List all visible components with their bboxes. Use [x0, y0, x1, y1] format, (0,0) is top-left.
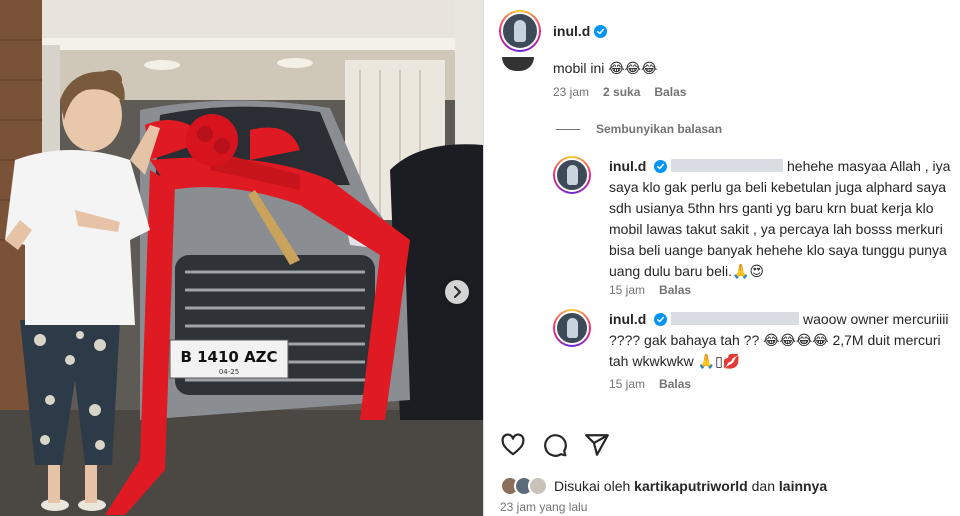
- reply-meta: 15 jam Balas: [609, 377, 691, 391]
- author-username[interactable]: inul.d: [553, 23, 590, 39]
- likes-text: Disukai oleh kartikaputriworld dan lainn…: [554, 478, 827, 494]
- post-panel: inul.d mobil ini 😂😂😂 23 jam 2 suka Balas S…: [483, 0, 960, 516]
- redacted-mention: [671, 159, 784, 172]
- likes-summary: Disukai oleh kartikaputriworld dan lainn…: [500, 474, 827, 498]
- reply-reply-button[interactable]: Balas: [659, 377, 691, 391]
- liker-avatar[interactable]: [528, 476, 548, 496]
- next-photo-button[interactable]: [445, 280, 469, 304]
- reply-time: 15 jam: [609, 283, 646, 297]
- hide-replies-label: Sembunyikan balasan: [596, 122, 723, 136]
- likes-user[interactable]: kartikaputriworld: [634, 478, 748, 494]
- author-avatar[interactable]: [499, 10, 541, 52]
- post-photo: B 1410 AZC 04-25: [0, 0, 483, 516]
- comment-likes[interactable]: 2 suka: [603, 85, 640, 99]
- reply-username[interactable]: inul.d: [609, 158, 646, 174]
- commenter-avatar[interactable]: [502, 57, 534, 71]
- post-timestamp: 23 jam yang lalu: [500, 500, 588, 514]
- reply-body: inul.d waoow owner mercuriiii ???? gak b…: [609, 309, 960, 372]
- reply-username[interactable]: inul.d: [609, 311, 646, 327]
- reply-time: 15 jam: [609, 377, 646, 391]
- reply-avatar[interactable]: [553, 309, 591, 347]
- comment-time: 23 jam: [553, 85, 590, 99]
- comment-icon[interactable]: [542, 432, 568, 458]
- likes-others[interactable]: lainnya: [779, 478, 827, 494]
- comment-text: mobil ini 😂😂😂: [553, 60, 658, 76]
- verified-badge-icon: [594, 24, 608, 38]
- heart-icon[interactable]: [500, 432, 526, 458]
- reply-body: inul.d hehehe masyaa Allah , iya saya kl…: [609, 156, 960, 282]
- license-plate-sub: 04-25: [219, 368, 239, 376]
- divider: [556, 128, 580, 130]
- verified-badge-icon: [654, 160, 668, 173]
- reply-reply-button[interactable]: Balas: [659, 283, 691, 297]
- license-plate: B 1410 AZC: [180, 348, 277, 366]
- action-bar: [484, 432, 960, 462]
- reply-meta: 15 jam Balas: [609, 283, 691, 297]
- photo-illustration: B 1410 AZC 04-25: [0, 0, 483, 516]
- share-icon[interactable]: [584, 432, 610, 458]
- comments-section: mobil ini 😂😂😂 23 jam 2 suka Balas Sembunyi…: [484, 52, 960, 427]
- reply-avatar[interactable]: [553, 156, 591, 194]
- redacted-mention: [671, 312, 800, 325]
- hide-replies-button[interactable]: Sembunyikan balasan: [556, 122, 722, 136]
- likes-prefix: Disukai oleh: [554, 478, 631, 494]
- chevron-right-icon: [454, 286, 461, 298]
- likes-joiner: dan: [751, 478, 775, 494]
- comment-reply-button[interactable]: Balas: [654, 85, 686, 99]
- verified-badge-icon: [654, 313, 668, 326]
- comment-meta: 23 jam 2 suka Balas: [553, 85, 700, 99]
- reply-text: hehehe masyaa Allah , iya saya klo gak p…: [609, 158, 951, 279]
